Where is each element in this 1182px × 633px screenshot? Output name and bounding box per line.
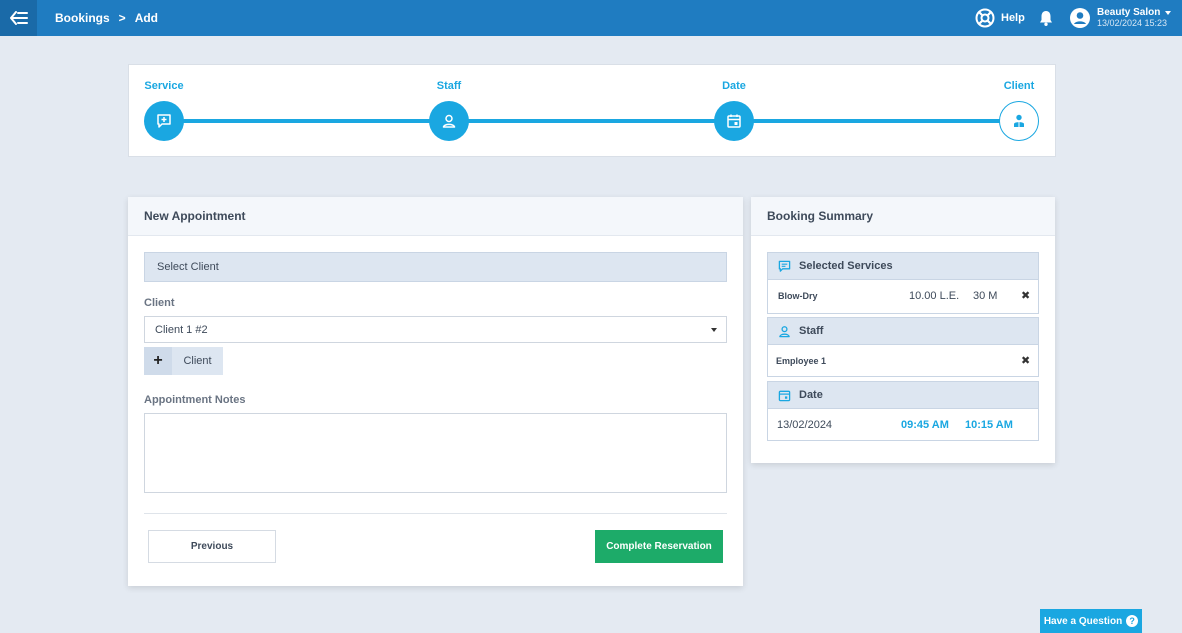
selected-services-title: Selected Services: [799, 260, 893, 272]
bell-icon: [1040, 11, 1052, 26]
chevron-right-icon: >: [118, 11, 126, 25]
user-datetime: 13/02/2024 15:23: [1097, 18, 1168, 28]
date-header: Date: [768, 382, 1038, 409]
add-client-label: Client: [172, 347, 223, 375]
select-client-section: Select Client: [144, 252, 727, 282]
client-select-value: Client 1 #2: [155, 323, 208, 336]
staff-block: Staff Employee 1 ✖: [767, 317, 1039, 377]
help-label: Help: [1001, 12, 1025, 24]
add-client-button[interactable]: + Client: [144, 347, 223, 375]
step-date-label: Date: [722, 80, 746, 92]
remove-service-icon[interactable]: ✖: [1021, 289, 1030, 302]
complete-reservation-button[interactable]: Complete Reservation: [595, 530, 723, 563]
service-row: Blow-Dry 10.00 L.E. 30 M ✖: [768, 280, 1038, 311]
chat-icon: [778, 260, 791, 272]
user-icon: [779, 325, 790, 337]
appointment-notes-input[interactable]: [144, 413, 727, 493]
step-staff-label: Staff: [436, 80, 462, 92]
user-name-text: Beauty Salon: [1097, 7, 1161, 18]
form-divider: [144, 513, 727, 514]
service-name: Blow-Dry: [778, 290, 818, 301]
client-field-label: Client: [144, 297, 175, 309]
step-client-label: Client: [1003, 80, 1035, 92]
step-client: Client: [989, 65, 1049, 158]
previous-button[interactable]: Previous: [148, 530, 276, 563]
step-service-button[interactable]: [144, 101, 184, 141]
user-name: Beauty Salon: [1097, 7, 1172, 18]
booking-date: 13/02/2024: [777, 418, 833, 431]
selected-services-block: Selected Services Blow-Dry 10.00 L.E. 30…: [767, 252, 1039, 314]
step-staff-button[interactable]: [429, 101, 469, 141]
staff-title: Staff: [799, 325, 824, 337]
plus-icon: +: [144, 347, 172, 375]
start-time: 09:45 AM: [901, 418, 949, 431]
notes-field-label: Appointment Notes: [144, 394, 246, 406]
booking-summary-card: Booking Summary Selected Services Blow-D…: [751, 197, 1055, 463]
user-info: Beauty Salon 13/02/2024 15:23: [1097, 7, 1172, 29]
staff-row: Employee 1 ✖: [768, 345, 1038, 376]
menu-toggle-button[interactable]: [0, 0, 37, 36]
service-duration: 30 M: [973, 289, 998, 302]
service-price: 10.00 L.E.: [909, 289, 960, 302]
date-row: 13/02/2024 09:45 AM 10:15 AM: [768, 409, 1038, 440]
remove-staff-icon[interactable]: ✖: [1021, 354, 1030, 367]
user-menu[interactable]: Beauty Salon 13/02/2024 15:23: [1070, 6, 1172, 30]
have-a-question-button[interactable]: Have a Question ?: [1040, 609, 1142, 633]
staff-header: Staff: [768, 318, 1038, 345]
breadcrumb-bookings-link[interactable]: Bookings: [55, 11, 110, 25]
new-appointment-card: New Appointment Select Client Client Cli…: [128, 197, 743, 586]
step-date-button[interactable]: [714, 101, 754, 141]
breadcrumb-current: Add: [134, 11, 159, 25]
step-service-label: Service: [144, 80, 184, 92]
user-avatar-icon: [1070, 8, 1090, 28]
arrow-menu-icon: [9, 11, 28, 25]
calendar-icon: [727, 114, 741, 128]
booking-stepper: Service Staff Date Client: [128, 64, 1056, 157]
lifebuoy-icon: [975, 8, 995, 28]
caret-down-icon: [711, 328, 717, 332]
date-block: Date 13/02/2024 09:45 AM 10:15 AM: [767, 381, 1039, 441]
step-client-button[interactable]: [999, 101, 1039, 141]
new-appointment-title: New Appointment: [128, 197, 743, 236]
calendar-icon: [778, 390, 791, 401]
step-service: Service: [134, 65, 194, 158]
booking-summary-title: Booking Summary: [751, 197, 1055, 236]
end-time: 10:15 AM: [965, 418, 1013, 431]
notifications-button[interactable]: [1037, 9, 1055, 27]
client-select[interactable]: Client 1 #2: [144, 316, 727, 343]
user-icon: [442, 114, 456, 128]
help-button[interactable]: Help: [975, 8, 1025, 28]
stepper-progress-line: [166, 119, 1019, 123]
client-icon: [1014, 114, 1024, 127]
have-a-question-label: Have a Question: [1043, 615, 1123, 627]
staff-name: Employee 1: [776, 355, 827, 366]
date-title: Date: [799, 389, 823, 401]
question-icon: ?: [1126, 615, 1139, 627]
top-bar: Bookings > Add Help Beauty Salon 13/02/2…: [0, 0, 1182, 36]
caret-down-icon: [1165, 10, 1172, 15]
breadcrumb: Bookings > Add: [55, 0, 158, 36]
step-date: Date: [704, 65, 764, 158]
step-staff: Staff: [419, 65, 479, 158]
selected-services-header: Selected Services: [768, 253, 1038, 280]
chat-plus-icon: [157, 114, 171, 128]
